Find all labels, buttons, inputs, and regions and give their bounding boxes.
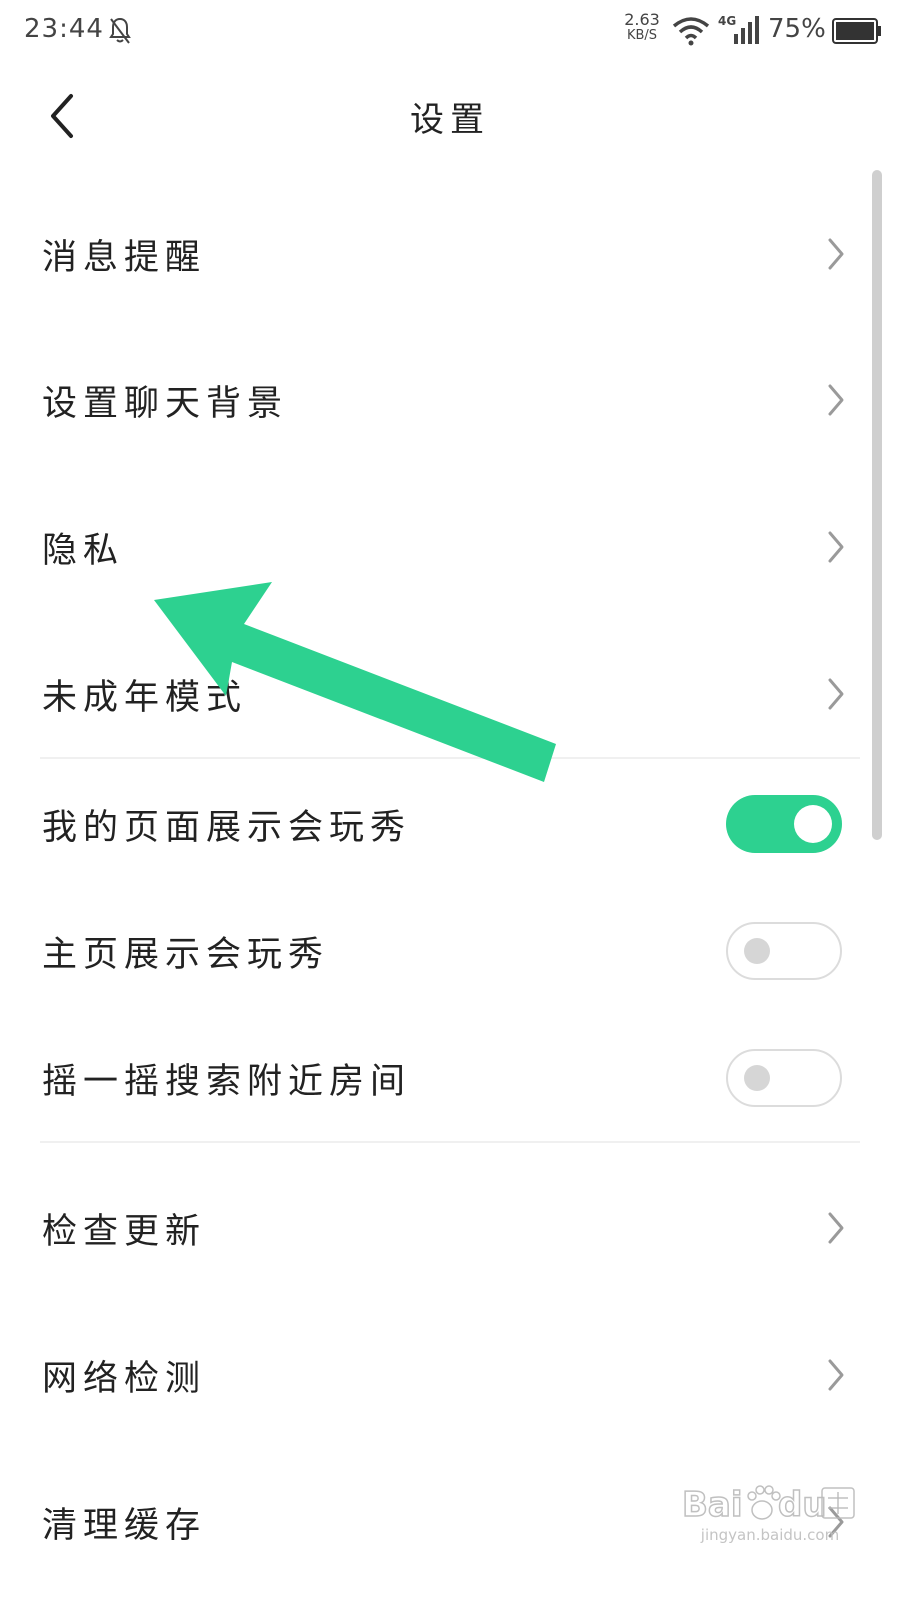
settings-screen: 23:44 2.63 KB/S 4G 75% 设置 消息提醒 设置聊天背景 隐私… — [0, 0, 900, 1600]
settings-item-check-update[interactable]: 检查更新 — [0, 1186, 860, 1270]
settings-item-label: 隐私 — [42, 530, 125, 571]
settings-item-shake-search-nearby: 摇一摇搜索附近房间 — [0, 1036, 860, 1120]
annotation-arrow-icon — [154, 582, 556, 782]
signal-bars-icon — [734, 16, 759, 44]
toggle-knob — [744, 1065, 770, 1091]
settings-item-label: 我的页面展示会玩秀 — [42, 807, 412, 848]
watermark-url: jingyan.baidu.com — [700, 1526, 840, 1544]
battery-percentage: 75% — [768, 14, 826, 44]
network-speed-unit: KB/S — [626, 28, 658, 43]
settings-item-network-check[interactable]: 网络检测 — [0, 1333, 860, 1417]
settings-item-label: 清理缓存 — [42, 1505, 207, 1546]
settings-item-message-reminder[interactable]: 消息提醒 — [0, 212, 860, 296]
svg-text:Bai: Bai — [682, 1485, 743, 1525]
settings-item-label: 网络检测 — [42, 1358, 207, 1399]
status-bar: 23:44 2.63 KB/S 4G 75% — [0, 0, 900, 66]
toggle-knob — [744, 938, 770, 964]
status-time: 23:44 — [24, 14, 104, 44]
chevron-right-icon — [828, 238, 844, 270]
settings-item-show-on-homepage: 主页展示会玩秀 — [0, 909, 860, 993]
bell-muted-icon — [109, 17, 131, 44]
svg-text:du: du — [778, 1485, 827, 1525]
page-title: 设置 — [410, 100, 490, 140]
cellular-signal: 4G — [718, 14, 762, 46]
settings-item-label: 检查更新 — [42, 1211, 207, 1252]
shake-search-nearby-toggle[interactable] — [726, 1049, 842, 1107]
chevron-right-icon — [828, 531, 844, 563]
chevron-right-icon — [828, 1212, 844, 1244]
network-speed: 2.63 KB/S — [620, 12, 664, 44]
baidu-jingyan-logo-icon: Bai du — [681, 1484, 855, 1526]
baidu-watermark: Bai du jingyan.baidu.com — [670, 1478, 870, 1558]
chevron-right-icon — [828, 678, 844, 710]
settings-item-label: 主页展示会玩秀 — [42, 934, 330, 975]
settings-item-chat-background[interactable]: 设置聊天背景 — [0, 358, 860, 442]
show-on-my-page-toggle[interactable] — [726, 795, 842, 853]
show-on-homepage-toggle[interactable] — [726, 922, 842, 980]
chevron-right-icon — [828, 384, 844, 416]
scrollbar[interactable] — [872, 170, 882, 840]
toggle-knob — [794, 805, 832, 843]
settings-item-label: 消息提醒 — [42, 237, 207, 278]
wifi-icon — [672, 17, 710, 46]
divider — [40, 1141, 860, 1143]
settings-item-label: 设置聊天背景 — [42, 383, 289, 424]
settings-item-label: 摇一摇搜索附近房间 — [42, 1061, 412, 1102]
chevron-right-icon — [828, 1359, 844, 1391]
battery-icon — [832, 18, 881, 44]
header: 设置 — [0, 66, 900, 166]
network-speed-value: 2.63 — [624, 10, 660, 29]
